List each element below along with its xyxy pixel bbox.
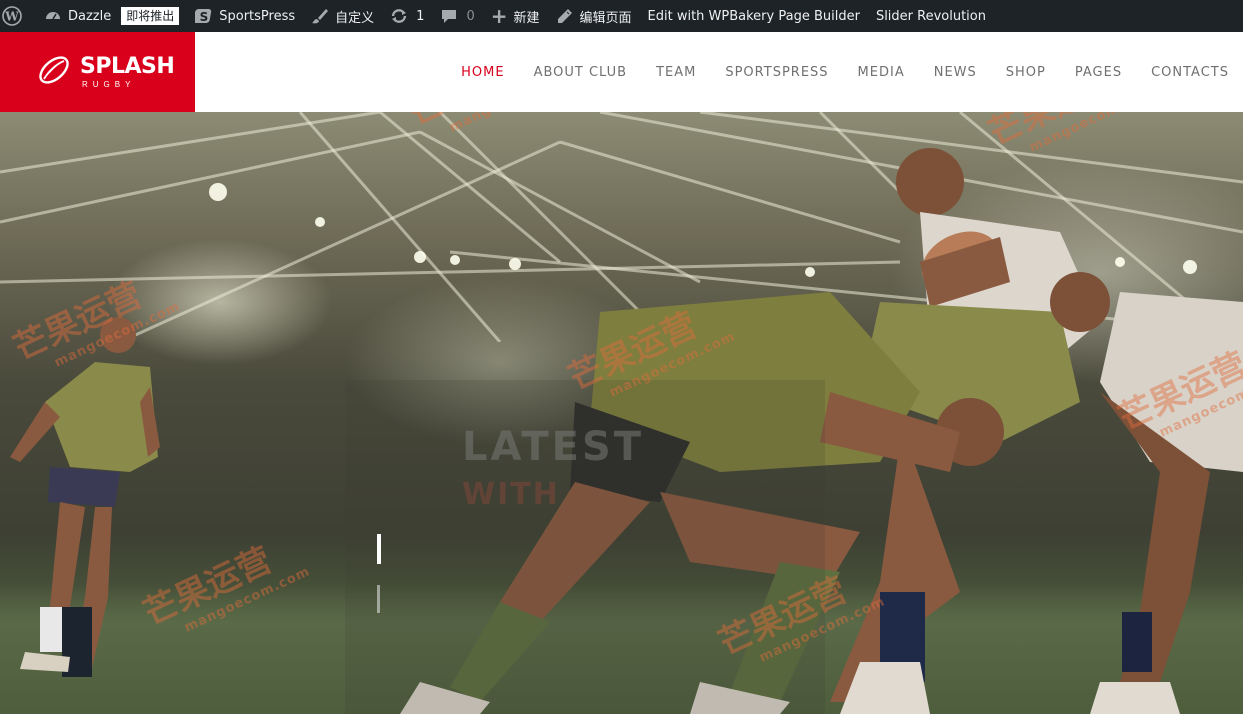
nav-home[interactable]: HOME xyxy=(461,65,504,80)
sportspress-label: SportsPress xyxy=(219,8,296,24)
site-name: Dazzle xyxy=(68,8,112,24)
nav-news[interactable]: NEWS xyxy=(934,65,977,80)
updates-icon xyxy=(390,7,408,25)
slider-revolution-link[interactable]: Slider Revolution xyxy=(868,0,994,32)
edit-page-menu[interactable]: 编辑页面 xyxy=(548,0,640,32)
slide-bullet[interactable] xyxy=(377,585,380,613)
comments-count: 0 xyxy=(466,8,475,24)
new-label: 新建 xyxy=(513,10,540,26)
wordpress-logo-icon: W xyxy=(2,6,22,26)
pencil-icon xyxy=(556,7,574,25)
slide-headline: LATEST xyxy=(462,424,645,470)
runner-player xyxy=(10,317,160,677)
plus-icon: + xyxy=(490,4,508,28)
logo-main-text: SPLASH xyxy=(80,53,175,79)
nav-about-club[interactable]: ABOUT CLUB xyxy=(534,65,628,80)
customize-label: 自定义 xyxy=(335,10,375,26)
logo-text: SPLASH RUGBY xyxy=(80,53,175,89)
rugby-ball-icon xyxy=(36,52,72,93)
site-header: SPLASH RUGBY HOME ABOUT CLUB TEAM SPORTS… xyxy=(0,32,1243,112)
site-name-menu[interactable]: Dazzle 即将推出 xyxy=(36,0,187,32)
new-content-menu[interactable]: + 新建 xyxy=(483,0,548,32)
site-logo[interactable]: SPLASH RUGBY xyxy=(0,32,195,112)
updates-menu[interactable]: 1 xyxy=(382,0,432,32)
brush-icon xyxy=(311,7,329,25)
hero-slider[interactable]: LATEST WITH 芒果运营 mangoecom.com 芒果运营 mang… xyxy=(0,112,1243,714)
nav-pages[interactable]: PAGES xyxy=(1075,65,1122,80)
admin-bar: W Dazzle 即将推出 S SportsPress 自定义 1 0 + 新建 xyxy=(0,0,1243,32)
sportspress-icon: S xyxy=(195,7,213,25)
nav-media[interactable]: MEDIA xyxy=(858,65,905,80)
nav-contacts[interactable]: CONTACTS xyxy=(1151,65,1229,80)
nav-sportspress[interactable]: SPORTSPRESS xyxy=(725,65,828,80)
svg-text:W: W xyxy=(4,10,19,24)
coming-soon-badge[interactable]: 即将推出 xyxy=(121,7,180,25)
customize-menu[interactable]: 自定义 xyxy=(303,0,382,32)
nav-shop[interactable]: SHOP xyxy=(1006,65,1046,80)
slide-subheadline: WITH xyxy=(462,477,560,512)
comment-icon xyxy=(440,7,458,25)
svg-text:S: S xyxy=(200,10,209,24)
logo-sub-text: RUGBY xyxy=(82,79,136,89)
wordpress-menu[interactable]: W xyxy=(0,0,36,32)
nav-team[interactable]: TEAM xyxy=(656,65,696,80)
main-navigation: HOME ABOUT CLUB TEAM SPORTSPRESS MEDIA N… xyxy=(432,32,1229,112)
dashboard-icon xyxy=(44,7,62,25)
comments-menu[interactable]: 0 xyxy=(432,0,482,32)
slide-bullet-active[interactable] xyxy=(377,534,381,564)
sportspress-menu[interactable]: S SportsPress xyxy=(187,0,303,32)
wpbakery-link[interactable]: Edit with WPBakery Page Builder xyxy=(640,0,868,32)
edit-page-label: 编辑页面 xyxy=(579,10,632,26)
updates-count: 1 xyxy=(416,8,425,24)
